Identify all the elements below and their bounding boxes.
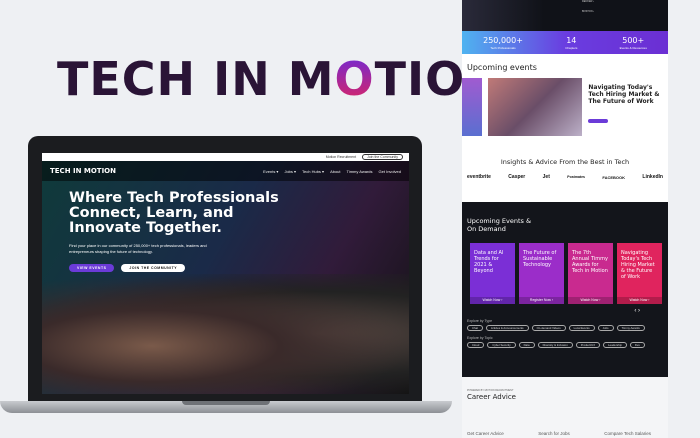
nav-tech-hubs[interactable]: Tech Hubs ▾ bbox=[302, 169, 324, 174]
event-card[interactable]: The Future of Sustainable Technology Regi… bbox=[519, 243, 564, 304]
carousel-prev-icon[interactable]: ‹ bbox=[634, 308, 636, 314]
site-brand[interactable]: TECH IN MOTION bbox=[50, 167, 116, 175]
career-eyebrow: POWERED BY MOTION RECRUITMENT bbox=[467, 389, 514, 392]
stat-value: 500+ bbox=[622, 35, 645, 45]
laptop-mockup: Motion Recruitment Join the Community TEC… bbox=[28, 136, 422, 404]
card-cta[interactable]: Register Now › bbox=[519, 297, 564, 304]
stat-label: Events & Resources bbox=[619, 45, 647, 50]
type-chip[interactable]: On-demand Videos bbox=[531, 325, 566, 331]
hero-crowd-photo bbox=[42, 274, 409, 394]
career-advice-heading: Career Advice bbox=[467, 393, 516, 401]
type-chip[interactable]: Timmy Awards bbox=[616, 325, 645, 331]
join-community-button[interactable]: Join the Community bbox=[362, 154, 403, 160]
explore-topic-label: Explore by Topic bbox=[467, 336, 493, 340]
event-card[interactable]: Data and AI Trends for 2021 & Beyond Watc… bbox=[470, 243, 515, 304]
nav-jobs[interactable]: Jobs ▾ bbox=[284, 169, 296, 174]
motion-recruitment-link[interactable]: Motion Recruitment bbox=[326, 155, 356, 159]
topic-chip[interactable]: Cloud bbox=[467, 342, 485, 348]
upcoming-events-heading: Upcoming events bbox=[467, 63, 537, 72]
menu-denver[interactable]: DENVER › bbox=[582, 0, 594, 3]
compare-salaries-link[interactable]: Compare Tech Salaries bbox=[604, 431, 651, 436]
jet-logo: Jet bbox=[542, 174, 550, 180]
topic-chip[interactable]: Leadership bbox=[603, 342, 627, 348]
topic-chip[interactable]: Product/UX bbox=[575, 342, 601, 348]
nav-about[interactable]: About bbox=[330, 169, 340, 174]
featured-event-title[interactable]: Navigating Today's Tech Hiring Market & … bbox=[588, 84, 668, 105]
eventbrite-logo: eventbrite bbox=[467, 174, 491, 180]
on-demand-heading: Upcoming Events & On Demand bbox=[467, 217, 532, 233]
event-image bbox=[462, 78, 482, 136]
laptop-notch bbox=[182, 401, 270, 405]
linkedin-logo: LinkedIn bbox=[642, 174, 663, 180]
insights-heading: Insights & Advice From the Best in Tech bbox=[500, 158, 630, 166]
type-chip[interactable]: Articles & Announcements bbox=[485, 325, 529, 331]
facebook-logo: FACEBOOK bbox=[602, 174, 626, 180]
nav-events[interactable]: Events ▾ bbox=[263, 169, 278, 174]
hero-title: Where Tech Professionals Connect, Learn,… bbox=[69, 190, 279, 236]
event-card[interactable]: The 7th Annual Timmy Awards for Tech in … bbox=[568, 243, 613, 304]
type-chip[interactable]: Chat bbox=[467, 325, 483, 331]
casper-logo: Casper bbox=[508, 174, 526, 180]
stat-label: Tech Professionals bbox=[490, 45, 516, 50]
stat-value: 250,000+ bbox=[483, 35, 523, 45]
type-chip[interactable]: Jobs bbox=[597, 325, 614, 331]
event-card[interactable]: Navigating Today's Tech Hiring Market & … bbox=[617, 243, 662, 304]
stat-label: Chapters bbox=[565, 45, 578, 50]
hero-text: Find your place in our community of 250,… bbox=[69, 243, 207, 254]
postmates-logo: Postmates bbox=[567, 175, 585, 179]
main-nav: TECH IN MOTION Events ▾ Jobs ▾ Tech Hubs… bbox=[42, 161, 409, 181]
join-community-hero-button[interactable]: JOIN THE COMMUNITY bbox=[121, 264, 186, 272]
card-cta[interactable]: Watch Now › bbox=[568, 297, 613, 304]
event-button[interactable] bbox=[588, 119, 609, 123]
nav-timmy-awards[interactable]: Timmy Awards bbox=[347, 169, 373, 174]
carousel-next-icon[interactable]: › bbox=[638, 308, 640, 314]
get-career-advice-link[interactable]: Get Career Advice bbox=[467, 431, 504, 436]
type-chip[interactable]: Local Events bbox=[568, 325, 595, 331]
topic-chip[interactable]: Data bbox=[518, 342, 535, 348]
stat-value: 14 bbox=[566, 35, 577, 45]
topic-chip[interactable]: Dev bbox=[629, 342, 645, 348]
stats-bar: 250,000+ Tech Professionals 14 Chapters 50… bbox=[462, 31, 668, 54]
topic-chip[interactable]: Cyber Security bbox=[487, 342, 516, 348]
menu-boston[interactable]: BOSTON › bbox=[582, 10, 594, 13]
explore-type-label: Explore by Type bbox=[467, 319, 493, 323]
full-page-preview: DENVER › BOSTON › 250,000+ Tech Professio… bbox=[462, 0, 668, 438]
search-jobs-link[interactable]: Search for Jobs bbox=[538, 431, 570, 436]
card-cta[interactable]: Watch Now › bbox=[470, 297, 515, 304]
homepage-screen: Motion Recruitment Join the Community TEC… bbox=[42, 153, 409, 394]
nav-get-involved[interactable]: Get Involved bbox=[379, 169, 401, 174]
tech-in-motion-logo: TECH IN MOTION bbox=[57, 52, 505, 106]
event-image[interactable] bbox=[487, 78, 583, 136]
view-events-button[interactable]: VIEW EVENTS bbox=[69, 264, 115, 272]
topic-chip[interactable]: Diversity & Inclusion bbox=[537, 342, 573, 348]
card-cta[interactable]: Watch Now › bbox=[617, 297, 662, 304]
